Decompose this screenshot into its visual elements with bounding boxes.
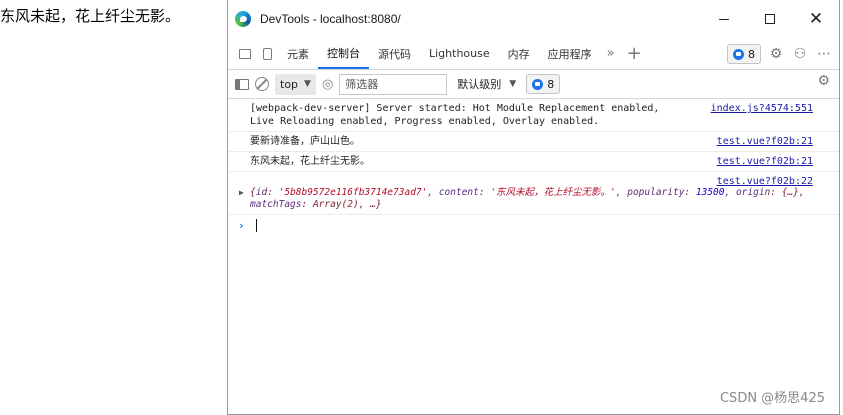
- text-cursor: [255, 219, 257, 232]
- inspect-icon[interactable]: [234, 38, 256, 69]
- window-controls: ✕: [701, 0, 839, 38]
- message-icon: [733, 48, 744, 60]
- log-levels-label: 默认级别: [457, 78, 502, 91]
- log-row: [webpack-dev-server] Server started: Hot…: [228, 99, 839, 132]
- context-select[interactable]: top ▼: [275, 73, 316, 95]
- edge-logo-icon: [235, 11, 251, 27]
- log-source-link[interactable]: index.js?4574:551: [711, 102, 813, 115]
- tab-elements[interactable]: 元素: [278, 38, 318, 69]
- filter-input[interactable]: [339, 73, 448, 95]
- context-value: top: [280, 77, 299, 91]
- menu-icon[interactable]: ⋯: [815, 46, 833, 62]
- log-levels-select[interactable]: 默认级别 ▼: [457, 76, 516, 92]
- maximize-button[interactable]: [747, 0, 793, 38]
- chevron-down-icon: ▼: [509, 79, 517, 89]
- page-body-text: 东风未起，花上纤尘无影。: [0, 7, 181, 25]
- tab-sources[interactable]: 源代码: [369, 38, 420, 69]
- object-preview[interactable]: ▶ {id: '5b8b9572e116fb3714e73ad7', conten…: [234, 187, 813, 211]
- title-bar[interactable]: DevTools - localhost:8080/ ✕: [228, 0, 839, 38]
- log-source-link[interactable]: test.vue?f02b:21: [717, 155, 813, 168]
- console-toolbar: top ▼ ◎ 默认级别 ▼ 8: [228, 70, 839, 99]
- close-icon: ✕: [808, 9, 824, 29]
- add-tab-icon[interactable]: +: [621, 38, 648, 69]
- minimize-button[interactable]: [701, 0, 747, 38]
- log-row: 东风未起，花上纤尘无影。 test.vue?f02b:21: [228, 152, 839, 172]
- prompt-chevron-icon: ›: [238, 219, 245, 232]
- settings-icon[interactable]: ⚙: [767, 46, 785, 62]
- more-tabs-icon[interactable]: »: [601, 38, 621, 69]
- tab-console[interactable]: 控制台: [318, 38, 369, 69]
- console-issues-badge[interactable]: 8: [526, 74, 561, 94]
- customize-icon[interactable]: ⚇: [791, 46, 809, 62]
- eye-icon[interactable]: ◎: [322, 77, 333, 92]
- minimize-icon: [719, 18, 729, 20]
- console-prompt[interactable]: ›: [228, 215, 839, 232]
- sidebar-icon[interactable]: [235, 78, 249, 90]
- tab-application[interactable]: 应用程序: [539, 38, 601, 69]
- console-issues-count: 8: [547, 77, 555, 91]
- watermark: CSDN @杨思425: [719, 391, 825, 406]
- expand-triangle-icon[interactable]: ▶: [239, 187, 244, 199]
- clear-console-icon[interactable]: [255, 77, 269, 91]
- window-title: DevTools - localhost:8080/: [260, 12, 401, 26]
- console-settings-icon[interactable]: ⚙: [817, 73, 830, 89]
- message-icon: [532, 78, 544, 90]
- console-output: [webpack-dev-server] Server started: Hot…: [228, 99, 839, 232]
- maximize-icon: [765, 14, 775, 24]
- log-row-object: test.vue?f02b:22 ▶ {id: '5b8b9572e116fb37…: [228, 172, 839, 215]
- tab-memory[interactable]: 内存: [499, 38, 539, 69]
- tabbar-right-controls: 8 ⚙ ⚇ ⋯: [727, 44, 833, 64]
- issues-count: 8: [748, 47, 755, 61]
- log-source-link[interactable]: test.vue?f02b:21: [717, 135, 813, 148]
- log-row: 要新诗准备，庐山山色。 test.vue?f02b:21: [228, 132, 839, 152]
- panel-tab-bar: 元素 控制台 源代码 Lighthouse 内存 应用程序 » + 8 ⚙ ⚇ …: [228, 38, 839, 70]
- issues-badge[interactable]: 8: [727, 44, 761, 64]
- tab-lighthouse[interactable]: Lighthouse: [420, 38, 499, 69]
- chevron-down-icon: ▼: [304, 79, 311, 89]
- device-icon[interactable]: [256, 38, 278, 69]
- close-button[interactable]: ✕: [793, 0, 839, 38]
- devtools-window: DevTools - localhost:8080/ ✕ 元素 控制台 源代码 …: [227, 0, 840, 415]
